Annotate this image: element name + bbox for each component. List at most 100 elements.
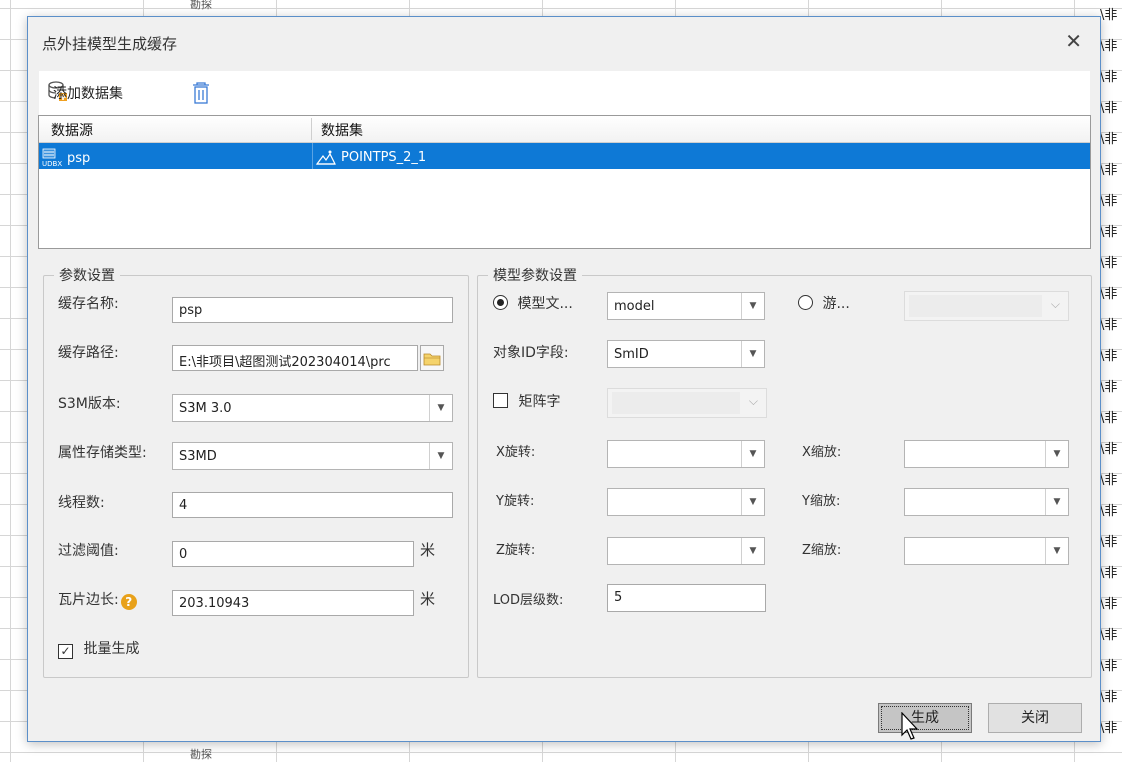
model-file-radio[interactable]: 模型文... bbox=[493, 293, 573, 313]
object-id-label: 对象ID字段: bbox=[493, 345, 569, 361]
other-source-radio-label: 游... bbox=[822, 296, 850, 312]
column-divider[interactable] bbox=[311, 118, 312, 140]
close-icon[interactable]: ✕ bbox=[1065, 29, 1082, 53]
tile-edge-unit: 米 bbox=[420, 590, 436, 608]
background-cell: \非 bbox=[1100, 225, 1118, 240]
delete-icon[interactable] bbox=[191, 81, 211, 109]
disabled-field bbox=[612, 392, 740, 414]
y-rotate-select[interactable]: ▼ bbox=[607, 488, 765, 516]
background-cell: \非 bbox=[1100, 628, 1118, 643]
chevron-down-icon: ⌵ bbox=[1050, 297, 1060, 311]
radio-unselected-icon bbox=[798, 295, 813, 310]
generate-button[interactable]: 生成 bbox=[878, 703, 972, 733]
model-file-select[interactable]: model ▼ bbox=[607, 292, 765, 320]
background-cell: \非 bbox=[1100, 349, 1118, 364]
background-cell: \非 bbox=[1100, 318, 1118, 333]
chevron-down-icon: ▼ bbox=[741, 341, 764, 367]
udbx-datasource-icon: UDBX bbox=[41, 148, 63, 168]
disabled-field bbox=[909, 295, 1042, 317]
other-source-select: ⌵ bbox=[904, 291, 1069, 321]
help-icon[interactable]: ? bbox=[120, 594, 137, 610]
dataset-grid: 数据源 数据集 UDBX psp POINTPS_2_1 bbox=[38, 115, 1091, 249]
tile-edge-input[interactable]: 203.10943 bbox=[172, 590, 414, 616]
y-scale-select[interactable]: ▼ bbox=[904, 488, 1069, 516]
toolbar: 添加数据集 bbox=[39, 71, 1090, 115]
background-cell: \非 bbox=[1100, 132, 1118, 147]
filter-threshold-input[interactable]: 0 bbox=[172, 541, 414, 567]
background-cell: \非 bbox=[1100, 597, 1118, 612]
model-file-value: model bbox=[614, 299, 655, 314]
background-cell: \非 bbox=[1100, 101, 1118, 116]
background-cell: \非 bbox=[1100, 473, 1118, 488]
lod-level-input[interactable]: 5 bbox=[607, 584, 766, 612]
x-rotate-select[interactable]: ▼ bbox=[607, 440, 765, 468]
add-dataset-button[interactable]: 添加数据集 bbox=[47, 80, 123, 106]
svg-text:UDBX: UDBX bbox=[42, 160, 62, 168]
table-row[interactable]: UDBX psp POINTPS_2_1 bbox=[39, 143, 1090, 169]
background-cell: \非 bbox=[1100, 8, 1118, 23]
object-id-select[interactable]: SmID ▼ bbox=[607, 340, 765, 368]
background-cell: \非 bbox=[1100, 566, 1118, 581]
attr-storage-value: S3MD bbox=[179, 449, 217, 464]
x-scale-label: X缩放: bbox=[802, 445, 842, 460]
matrix-field-checkbox[interactable]: 矩阵字 bbox=[493, 391, 560, 411]
background-cell: \非 bbox=[1100, 411, 1118, 426]
background-cell: \非 bbox=[1100, 504, 1118, 519]
cache-path-input[interactable]: E:\非项目\超图测试202304014\prc bbox=[172, 345, 418, 371]
tile-edge-label: 瓦片边长: bbox=[58, 592, 119, 608]
background-cell: \非 bbox=[1100, 721, 1118, 736]
y-rotate-label: Y旋转: bbox=[496, 494, 535, 509]
chevron-down-icon: ▼ bbox=[741, 489, 764, 515]
title-bar: 点外挂模型生成缓存 ✕ bbox=[28, 17, 1100, 67]
grid-header: 数据源 数据集 bbox=[39, 116, 1090, 143]
background-cell: \非 bbox=[1100, 380, 1118, 395]
params-group: 参数设置 缓存名称: psp 缓存路径: E:\非项目\超图测试20230401… bbox=[43, 265, 469, 678]
z-rotate-label: Z旋转: bbox=[496, 543, 536, 558]
column-header-datasource[interactable]: 数据源 bbox=[51, 120, 93, 140]
model-params-group: 模型参数设置 模型文... model ▼ 游... ⌵ 对象ID字段: SmI… bbox=[477, 265, 1092, 678]
chevron-down-icon: ▼ bbox=[741, 538, 764, 564]
dataset-name: POINTPS_2_1 bbox=[341, 149, 427, 165]
z-rotate-select[interactable]: ▼ bbox=[607, 537, 765, 565]
background-cell: \非 bbox=[1100, 194, 1118, 209]
z-scale-label: Z缩放: bbox=[802, 543, 842, 558]
params-legend: 参数设置 bbox=[54, 265, 120, 285]
chevron-down-icon: ⌵ bbox=[748, 394, 758, 408]
background-cell: \非 bbox=[1100, 256, 1118, 271]
mouse-cursor-icon bbox=[900, 711, 920, 746]
chevron-down-icon: ▼ bbox=[741, 441, 764, 467]
background-cell: \非 bbox=[1100, 39, 1118, 54]
s3m-version-select[interactable]: S3M 3.0 ▼ bbox=[172, 394, 453, 422]
chevron-down-icon: ▼ bbox=[429, 443, 452, 469]
background-cell: \非 bbox=[1100, 163, 1118, 178]
background-cell-fragment: 勘探 bbox=[190, 0, 212, 11]
z-scale-select[interactable]: ▼ bbox=[904, 537, 1069, 565]
background-cell: \非 bbox=[1100, 442, 1118, 457]
cache-path-label: 缓存路径: bbox=[58, 345, 119, 361]
close-button[interactable]: 关闭 bbox=[988, 703, 1082, 733]
lod-level-label: LOD层级数: bbox=[493, 593, 564, 608]
model-dataset-icon bbox=[315, 148, 337, 166]
threads-label: 线程数: bbox=[58, 495, 105, 511]
attr-storage-label: 属性存储类型: bbox=[58, 445, 147, 461]
row-divider bbox=[312, 143, 313, 169]
attr-storage-select[interactable]: S3MD ▼ bbox=[172, 442, 453, 470]
background-cell-column: \非 \非 \非 \非 \非 \非 \非 \非 \非 \非 \非 \非 \非 \非 \非 \非 \非 \非 \非 \非… bbox=[1100, 0, 1122, 757]
chevron-down-icon: ▼ bbox=[741, 293, 764, 319]
background-cell: \非 bbox=[1100, 70, 1118, 85]
datasource-cell[interactable]: UDBX psp bbox=[41, 148, 90, 168]
x-scale-select[interactable]: ▼ bbox=[904, 440, 1069, 468]
chevron-down-icon: ▼ bbox=[429, 395, 452, 421]
other-source-radio[interactable]: 游... bbox=[798, 293, 850, 313]
batch-generate-checkbox[interactable]: ✓ 批量生成 bbox=[58, 638, 139, 659]
browse-folder-button[interactable] bbox=[420, 345, 444, 371]
dialog-window: 点外挂模型生成缓存 ✕ 添加数据集 数据源 数据集 UDBX psp POINT… bbox=[27, 16, 1101, 742]
column-header-dataset[interactable]: 数据集 bbox=[321, 120, 363, 140]
cache-name-input[interactable]: psp bbox=[172, 297, 453, 323]
filter-unit: 米 bbox=[420, 541, 436, 559]
background-cell: \非 bbox=[1100, 659, 1118, 674]
threads-input[interactable]: 4 bbox=[172, 492, 453, 518]
dataset-cell[interactable]: POINTPS_2_1 bbox=[315, 148, 426, 166]
chevron-down-icon: ▼ bbox=[1045, 489, 1068, 515]
s3m-version-value: S3M 3.0 bbox=[179, 401, 232, 416]
